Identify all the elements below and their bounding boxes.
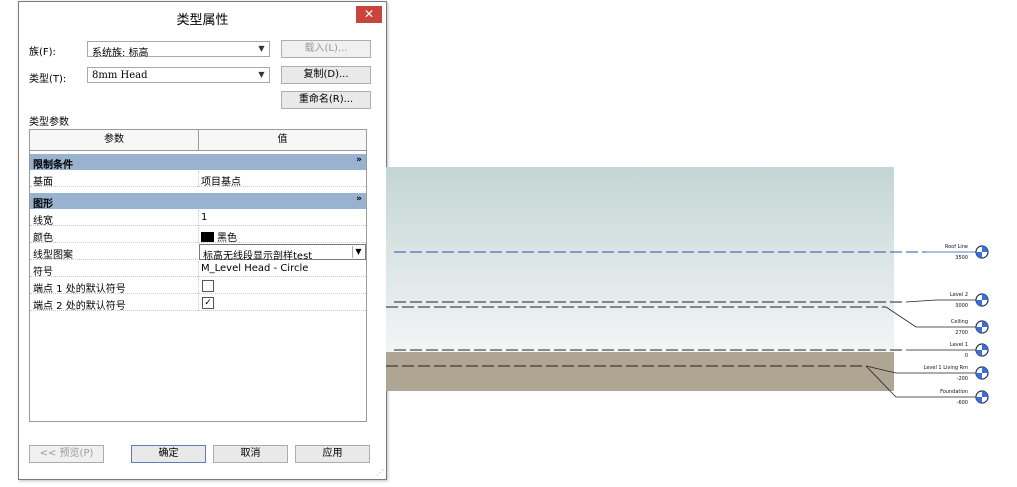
param-value: 标高无线段显示剖样test <box>203 251 313 262</box>
level-name: Roof Line <box>945 244 968 250</box>
param-name: 线宽 <box>33 216 53 227</box>
line-pattern-select[interactable]: 标高无线段显示剖样test ▼ <box>199 244 366 262</box>
column-header-parameter[interactable]: 参数 <box>30 130 199 150</box>
level-5: Foundation -600 <box>865 365 989 406</box>
type-label: 类型(T): <box>29 74 67 85</box>
type-value: 8mm Head <box>92 70 148 81</box>
table-row[interactable]: 颜色 黑色 <box>30 227 366 244</box>
param-name: 线型图案 <box>33 250 73 261</box>
level-elevation: 2700 <box>955 330 968 336</box>
group-label: 图形 <box>33 199 53 210</box>
type-parameters-label: 类型参数 <box>29 117 69 128</box>
level-elevation: 3000 <box>955 303 968 309</box>
param-value[interactable]: M_Level Head - Circle <box>201 263 308 274</box>
collapse-icon[interactable]: » <box>356 194 362 204</box>
level-elevation: 0 <box>965 353 968 359</box>
table-row[interactable]: 线宽 1 <box>30 210 366 227</box>
ok-button[interactable]: 确定 <box>131 445 206 463</box>
level-name: Ceiling <box>951 319 968 325</box>
level-elevation: -600 <box>957 400 968 406</box>
param-value[interactable]: 1 <box>201 212 207 223</box>
color-swatch <box>201 232 214 242</box>
level-name: Level 2 <box>950 292 968 298</box>
family-select[interactable]: 系统族: 标高 ▼ <box>87 41 270 59</box>
apply-button[interactable]: 应用 <box>295 445 370 463</box>
table-row[interactable]: 基面 项目基点 <box>30 171 366 188</box>
leader-line <box>905 299 976 303</box>
group-label: 限制条件 <box>33 160 73 171</box>
family-label: 族(F): <box>29 47 56 58</box>
end2-checkbox[interactable]: ✓ <box>202 297 214 309</box>
elevation-levels: Roof Line 3500 Level 2 3000 Ceiling 2700 Level… <box>386 244 989 406</box>
param-name: 符号 <box>33 267 53 278</box>
close-icon[interactable]: ✕ <box>356 6 382 23</box>
rename-button[interactable]: 重命名(R)... <box>281 91 371 109</box>
color-name: 黑色 <box>217 233 237 244</box>
duplicate-button[interactable]: 复制(D)... <box>281 66 371 84</box>
preview-button[interactable]: << 预览(P) <box>29 445 104 463</box>
group-graphics[interactable]: 图形 » <box>30 193 366 210</box>
type-properties-dialog: 类型属性 ✕ 族(F): 系统族: 标高 ▼ 载入(L)... 类型(T): 8… <box>18 1 387 480</box>
table-row[interactable]: 端点 2 处的默认符号 ✓ <box>30 295 366 312</box>
resize-grip-icon[interactable]: ⋰ <box>376 468 384 477</box>
level-name: Level 1 Living Rm <box>924 365 968 371</box>
level-name: Level 1 <box>950 342 968 348</box>
param-name: 端点 1 处的默认符号 <box>33 284 126 295</box>
grid-header: 参数 值 <box>30 130 366 151</box>
table-row[interactable]: 端点 1 处的默认符号 <box>30 278 366 295</box>
level-1: Level 2 3000 <box>394 292 989 309</box>
family-value: 系统族: 标高 <box>92 48 149 59</box>
chevron-down-icon: ▼ <box>258 44 265 53</box>
group-constraints[interactable]: 限制条件 » <box>30 154 366 171</box>
level-elevation: 3500 <box>955 255 968 261</box>
collapse-icon[interactable]: » <box>356 155 362 165</box>
dialog-title: 类型属性 <box>176 13 229 28</box>
chevron-down-icon[interactable]: ▼ <box>352 246 364 258</box>
type-select[interactable]: 8mm Head ▼ <box>87 67 270 83</box>
column-header-value[interactable]: 值 <box>199 130 366 150</box>
param-name: 端点 2 处的默认符号 <box>33 301 126 312</box>
param-name: 基面 <box>33 177 53 188</box>
level-elevation: -200 <box>957 376 968 382</box>
dialog-titlebar[interactable]: 类型属性 ✕ <box>19 2 386 32</box>
level-4: Level 1 Living Rm -200 <box>386 365 989 382</box>
level-3: Level 1 0 <box>394 342 989 359</box>
param-value[interactable]: 黑色 <box>201 229 237 244</box>
type-parameters-grid: 参数 值 限制条件 » 基面 项目基点 图形 » 线宽 1 颜色 黑色 线型图案 <box>29 129 367 422</box>
cancel-button[interactable]: 取消 <box>213 445 288 463</box>
table-row[interactable]: 符号 M_Level Head - Circle <box>30 261 366 278</box>
level-2: Ceiling 2700 <box>386 306 989 336</box>
level-0: Roof Line 3500 <box>394 244 989 261</box>
level-name: Foundation <box>940 389 968 395</box>
table-row[interactable]: 线型图案 标高无线段显示剖样test ▼ <box>30 244 366 262</box>
param-name: 颜色 <box>33 233 53 244</box>
chevron-down-icon: ▼ <box>258 70 265 79</box>
end1-checkbox[interactable] <box>202 280 214 292</box>
load-button[interactable]: 载入(L)... <box>281 40 371 58</box>
param-value[interactable]: 项目基点 <box>201 173 241 188</box>
